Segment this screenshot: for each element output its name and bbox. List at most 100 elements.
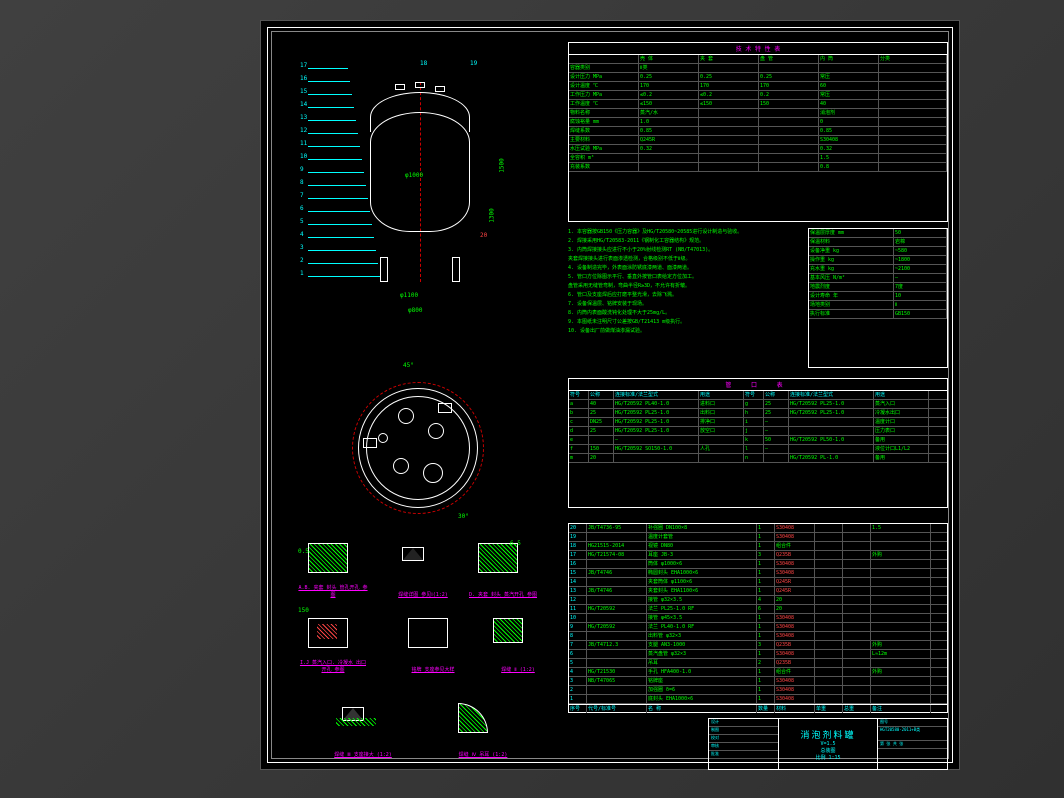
dwgno-label: 图号 — [880, 719, 888, 726]
plan-lug-right — [438, 403, 452, 413]
detail-weld-3: 焊缝 Ⅲ 支座接大 (1:2) — [328, 698, 398, 758]
nozzle-row: m20 n HG/T20592 PL-1.0备用 — [569, 454, 947, 463]
nozzle-col: 符号 — [744, 391, 764, 399]
nozzle-top-2 — [415, 82, 425, 88]
detail-nameplate-label: 铭牌 支座参见大样 — [398, 666, 468, 673]
tech-characteristics-table: 技 术 特 性 表 壳 体 夹 套 盘 管 内 筒 分类 容器类别Ⅱ类设计压力 … — [568, 42, 948, 222]
callout-6: 6 — [300, 205, 304, 212]
dim-6-5: 6.5 — [510, 540, 521, 547]
callout-line-4 — [308, 237, 374, 238]
plan-nozzle-c — [393, 458, 409, 474]
detail-nameplate-shape — [408, 618, 448, 648]
callout-16: 16 — [300, 75, 307, 82]
callout-9: 9 — [300, 166, 304, 173]
callout-line-7 — [308, 198, 368, 199]
tech-note-line: 6. 管口及支座焊后应打磨平整光滑，去除飞溅。 — [568, 291, 798, 300]
tech-note-line: 4. 设备制造完毕，外表面涂防锈底漆两道、面漆两道。 — [568, 264, 798, 273]
callout-17: 17 — [300, 62, 307, 69]
param-row: 操作重 kg~1800 — [809, 256, 947, 265]
cad-viewport[interactable]: 1716151413121110987654321 φ1100 φ1000 φ8… — [0, 0, 1064, 798]
notes-lines: 1. 本容器按GB150《压力容器》及HG/T20580~20585进行设计制造… — [568, 228, 798, 336]
signature-row: 批准 — [709, 751, 778, 759]
parts-row: 4HG/T21530手孔 HFA400-1.01组合件外购 — [569, 668, 947, 677]
parts-row: 5吊耳2Q235B — [569, 659, 947, 668]
weld3-hatch — [336, 718, 376, 726]
dim-angle-2: 30° — [458, 513, 469, 520]
side-params-table: 保温层厚度 mm50保温材料岩棉设备净重 kg~580操作重 kg~1800充水… — [808, 228, 948, 368]
nozzle-row: a40HG/T20592 PL40-1.0进料口g25HG/T20592 PL2… — [569, 400, 947, 409]
tech-row: 物料名称蒸汽/水消泡剂 — [569, 109, 947, 118]
parts-row: 2加强圈 δ=61S30408 — [569, 686, 947, 695]
parts-col: 材料 — [775, 705, 815, 713]
nozzle-row: b25HG/T20592 PL25-1.0出料口h25HG/T20592 PL2… — [569, 409, 947, 418]
tech-col-header: 壳 体 夹 套 盘 管 内 筒 分类 — [569, 55, 947, 64]
tech-row: 工作温度 ℃≤150≤15015040 — [569, 100, 947, 109]
plan-nozzle-b — [428, 423, 444, 439]
plan-manhole — [423, 463, 443, 483]
col-cat: 分类 — [879, 55, 947, 63]
detail-ab-shape — [308, 543, 348, 573]
tech-row: 设计温度 ℃17017017060 — [569, 82, 947, 91]
param-row: 充水重 kg~2100 — [809, 265, 947, 274]
nozzle-row: e — k50HG/T20592 PL50-1.0备用 — [569, 436, 947, 445]
detail-weld3-label: 焊缝 Ⅲ 支座接大 (1:2) — [328, 751, 398, 758]
param-row: 基本风压 N/m²— — [809, 274, 947, 283]
tech-note-line: 2. 焊接采用HG/T20583-2011《钢制化工容器结构》规范。 — [568, 237, 798, 246]
plan-nozzle-a — [398, 408, 414, 424]
callout-20: 20 — [480, 232, 487, 239]
parts-col: 总重 — [843, 705, 871, 713]
callout-10: 10 — [300, 153, 307, 160]
titleblock-signatures: 设计制图校对审核批准 — [709, 719, 779, 769]
parts-list-table: 20JB/T4736-95补强圈 DN100×81S304081.519温度计套… — [568, 523, 948, 713]
drawing-sheet: 1716151413121110987654321 φ1100 φ1000 φ8… — [260, 20, 960, 770]
param-row: 场地类别Ⅱ — [809, 301, 947, 310]
parts-row: 14夹套筒体 φ1100×61Q245R — [569, 578, 947, 587]
plan-nozzle-d — [378, 433, 388, 443]
callout-18: 18 — [420, 60, 427, 67]
parts-list-header: 序号代号/标准号名 称数量材料单重总重备注 — [569, 704, 947, 713]
tech-row: 水压试验 MPa0.320.32 — [569, 145, 947, 154]
col-shell: 壳 体 — [639, 55, 699, 63]
detail-ij-label: I.J 蒸汽入口. 冷凝水 出口开孔 参图 — [298, 659, 368, 673]
parts-row: 1底封头 EHA1000×61S30408 — [569, 695, 947, 704]
detail-nameplate: 铭牌 支座参见大样 — [398, 613, 468, 673]
nozzle-col: 公称 — [764, 391, 789, 399]
nozzle-row: cDN25HG/T20592 PL25-1.0排净口i— 温度计口 — [569, 418, 947, 427]
tech-row: 设计压力 MPa0.250.250.25常压 — [569, 73, 947, 82]
callout-7: 7 — [300, 192, 304, 199]
detail-d-shape — [478, 543, 518, 573]
col-item — [569, 55, 639, 63]
callout-4: 4 — [300, 231, 304, 238]
tb-dwgno-val: HGT20580-2011+B类 — [878, 727, 947, 741]
parts-row: 18HG21515-2014视镜 DN801组合件 — [569, 542, 947, 551]
detail-weld4-label: 焊缝 Ⅳ 吊耳 (1:2) — [448, 751, 518, 758]
dim-phi-inner: φ1000 — [405, 172, 423, 179]
parts-row: 13JB/T4746夹套封头 EHA1100×61Q245R — [569, 587, 947, 596]
detail-a-b: 0.5 A.B. 夹套 封头 管孔开孔 参图 — [298, 538, 368, 598]
callout-line-14 — [308, 107, 354, 108]
parts-row: 11HG/T20592法兰 PL25-1.0 RF620 — [569, 605, 947, 614]
parts-row: 3NB/T47065铭牌座1S30408 — [569, 677, 947, 686]
tech-note-line: 夹套焊接接头进行表面渗透检测，合格级别不低于Ⅱ级。 — [568, 255, 798, 264]
detail-ij: 150 I.J 蒸汽入口. 冷凝水 出口开孔 参图 — [298, 613, 368, 673]
col-coil: 盘 管 — [759, 55, 819, 63]
callout-13: 13 — [300, 114, 307, 121]
callout-5: 5 — [300, 218, 304, 225]
callout-line-3 — [308, 250, 376, 251]
callout-12: 12 — [300, 127, 307, 134]
param-row: 保温层厚度 mm50 — [809, 229, 947, 238]
nozzle-table: 管 口 表 符号公称连接标准/法兰型式用途符号公称连接标准/法兰型式用途 a40… — [568, 378, 948, 508]
plan-view: 45° 30° — [338, 368, 498, 528]
tech-row: 腐蚀裕量 mm1.00 — [569, 118, 947, 127]
callout-line-10 — [308, 159, 362, 160]
tb-dwgno: 图号 — [878, 719, 947, 727]
dim-0-5: 0.5 — [298, 548, 309, 555]
nozzle-table-header: 管 口 表 — [569, 379, 947, 391]
tech-note-line: 7. 设备保温层、铭牌安装于现场。 — [568, 300, 798, 309]
callout-line-17 — [308, 68, 348, 69]
nozzle-col: 连接标准/法兰型式 — [614, 391, 699, 399]
parts-row: 20JB/T4736-95补强圈 DN100×81S304081.5 — [569, 524, 947, 533]
parts-col: 代号/标准号 — [587, 705, 647, 713]
tech-row: 主要材料Q245RS30408 — [569, 136, 947, 145]
dim-angle-1: 45° — [403, 362, 414, 369]
